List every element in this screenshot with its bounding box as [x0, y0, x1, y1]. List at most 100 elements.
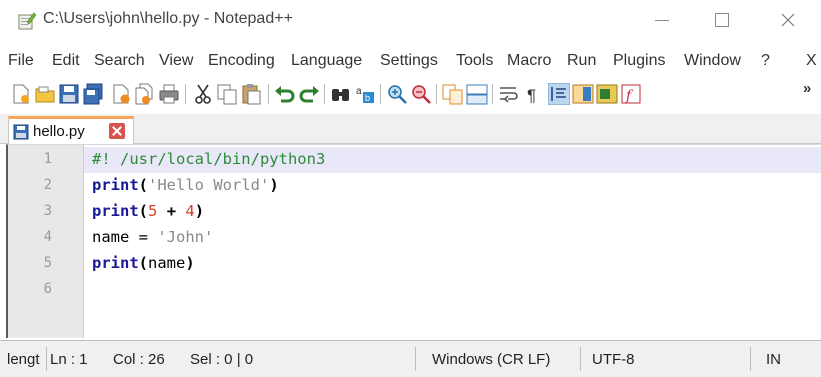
toolbar-separator — [492, 84, 493, 104]
maximize-button[interactable] — [702, 6, 742, 34]
new-file-icon[interactable] — [10, 83, 32, 105]
code-token: ) — [194, 202, 205, 220]
status-separator — [750, 347, 751, 371]
minimize-button[interactable] — [642, 6, 682, 34]
word-wrap-icon[interactable] — [498, 83, 520, 105]
line-number: 5 — [43, 255, 52, 271]
code-token: 5 — [148, 202, 158, 220]
line-number: 6 — [43, 281, 52, 297]
find-icon[interactable] — [330, 83, 352, 105]
code-line: print('Hello World') — [92, 176, 279, 194]
print-icon[interactable] — [158, 83, 180, 105]
tab-bar: hello.py — [0, 114, 821, 144]
macro-icon[interactable]: f — [620, 83, 642, 105]
status-line: Ln : 1 — [50, 351, 88, 368]
line-number-gutter: 1 2 3 4 5 6 — [8, 145, 84, 338]
svg-text:¶: ¶ — [527, 86, 536, 105]
status-encoding[interactable]: UTF-8 — [592, 351, 635, 368]
status-eol[interactable]: Windows (CR LF) — [432, 351, 550, 368]
open-file-icon[interactable] — [34, 83, 56, 105]
save-all-icon[interactable] — [82, 83, 104, 105]
show-all-characters-icon[interactable]: ¶ — [522, 83, 544, 105]
toolbar-separator — [436, 84, 437, 104]
code-token: ( — [138, 176, 149, 194]
tab-hello-py[interactable]: hello.py — [8, 116, 134, 144]
tab-label: hello.py — [33, 123, 85, 140]
menu-help[interactable]: ? — [761, 52, 770, 70]
line-number: 1 — [43, 151, 52, 167]
toolbar: a b ¶ f » — [0, 78, 821, 112]
menu-plugins[interactable]: Plugins — [613, 52, 665, 70]
menu-close-doc-button[interactable]: X — [806, 52, 817, 70]
notepad-plus-plus-icon — [18, 12, 36, 30]
close-window-button[interactable] — [768, 6, 808, 34]
sync-horizontal-icon[interactable] — [466, 83, 488, 105]
document-map-icon[interactable] — [572, 83, 594, 105]
menu-view[interactable]: View — [159, 52, 193, 70]
zoom-in-icon[interactable] — [386, 83, 408, 105]
code-token: 'John' — [157, 228, 214, 246]
toolbar-separator — [380, 84, 381, 104]
code-editor[interactable]: 1 2 3 4 5 6 #! /usr/local/bin/python3 pr… — [6, 144, 821, 338]
status-insert-mode: IN — [766, 351, 781, 368]
indent-guide-icon[interactable] — [548, 83, 570, 105]
save-icon[interactable] — [58, 83, 80, 105]
sync-vertical-icon[interactable] — [442, 83, 464, 105]
code-line: #! /usr/local/bin/python3 — [92, 150, 325, 168]
line-number: 3 — [43, 203, 52, 219]
close-all-icon[interactable] — [134, 83, 156, 105]
paste-icon[interactable] — [240, 83, 262, 105]
status-length: lengt — [7, 351, 40, 368]
title-bar: C:\Users\john\hello.py - Notepad++ — [0, 0, 821, 40]
menu-search[interactable]: Search — [94, 52, 145, 70]
line-number: 4 — [43, 229, 52, 245]
svg-text:a: a — [356, 86, 362, 97]
toolbar-separator — [185, 84, 186, 104]
toolbar-overflow-button[interactable]: » — [803, 80, 811, 97]
code-area[interactable]: #! /usr/local/bin/python3 print('Hello W… — [84, 145, 821, 338]
zoom-out-icon[interactable] — [410, 83, 432, 105]
code-line: name = 'John' — [92, 228, 213, 246]
redo-icon[interactable] — [298, 83, 320, 105]
menu-tools[interactable]: Tools — [456, 52, 493, 70]
menu-run[interactable]: Run — [567, 52, 596, 70]
minimize-icon — [655, 20, 669, 21]
menu-edit[interactable]: Edit — [52, 52, 80, 70]
code-token: name = — [92, 228, 158, 246]
status-column: Col : 26 — [113, 351, 165, 368]
code-line: print(name) — [92, 254, 195, 272]
replace-icon[interactable]: a b — [354, 83, 376, 105]
code-token: + — [157, 202, 186, 220]
menu-file[interactable]: File — [8, 52, 34, 70]
status-separator — [46, 347, 47, 371]
close-icon — [781, 13, 795, 27]
code-token: 4 — [185, 202, 195, 220]
svg-text:b: b — [365, 93, 370, 103]
code-token: print — [92, 254, 139, 272]
saved-file-icon — [13, 124, 29, 140]
status-bar: lengt Ln : 1 Col : 26 Sel : 0 | 0 Window… — [0, 340, 821, 377]
menu-settings[interactable]: Settings — [380, 52, 438, 70]
menu-language[interactable]: Language — [291, 52, 362, 70]
status-selection: Sel : 0 | 0 — [190, 351, 254, 368]
window-title: C:\Users\john\hello.py - Notepad++ — [43, 10, 293, 27]
menu-encoding[interactable]: Encoding — [208, 52, 275, 70]
code-token: ) — [185, 254, 195, 272]
code-token: 'Hello World' — [148, 176, 270, 194]
function-list-icon[interactable] — [596, 83, 618, 105]
code-token: #! /usr/local/bin/python3 — [92, 150, 326, 168]
cut-icon[interactable] — [192, 83, 214, 105]
line-number: 2 — [43, 177, 52, 193]
menu-macro[interactable]: Macro — [507, 52, 551, 70]
code-token: print — [92, 202, 139, 220]
code-token: ( — [138, 202, 149, 220]
copy-icon[interactable] — [216, 83, 238, 105]
menu-window[interactable]: Window — [684, 52, 741, 70]
undo-icon[interactable] — [274, 83, 296, 105]
tab-close-icon[interactable] — [109, 123, 125, 139]
maximize-icon — [715, 13, 729, 27]
code-token: ( — [138, 254, 149, 272]
close-icon[interactable] — [110, 83, 132, 105]
status-separator — [415, 347, 416, 371]
code-token: name — [148, 254, 186, 272]
